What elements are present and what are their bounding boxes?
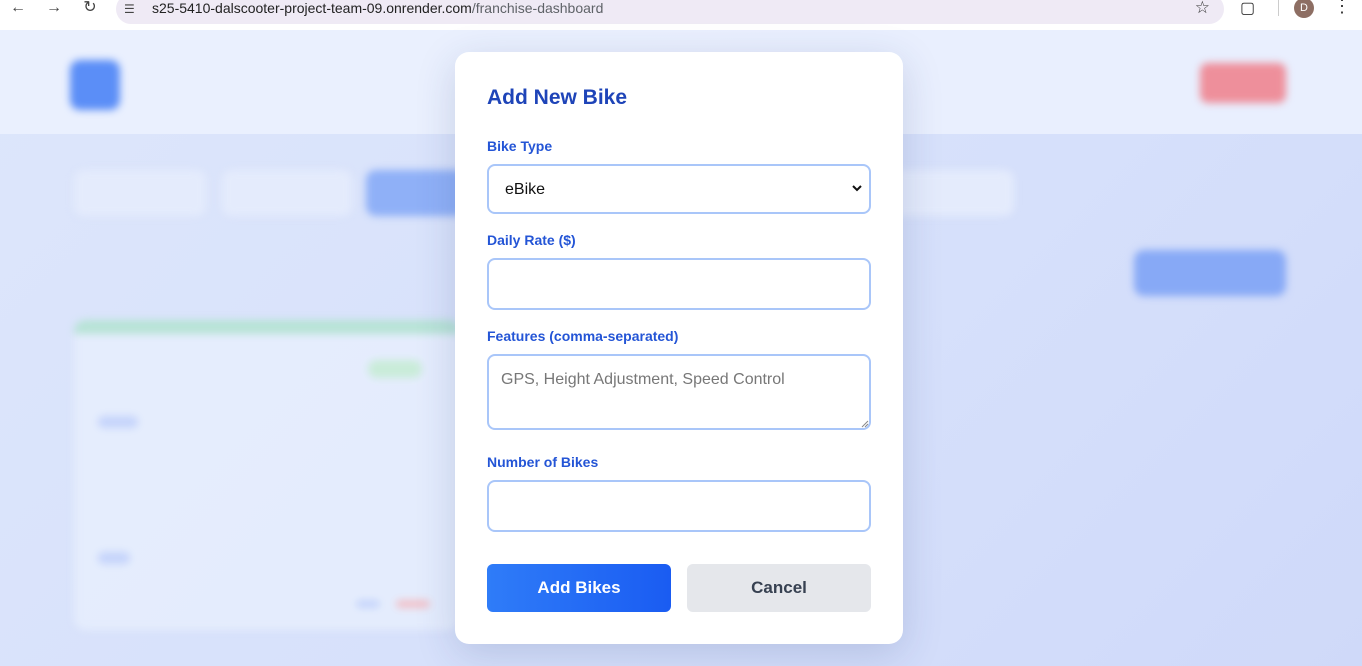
site-info-icon[interactable]: ☰ [124,2,140,16]
browser-toolbar: ← → ↻ ☰ s25-5410-dalscooter-project-team… [0,0,1362,30]
menu-icon[interactable]: ⋮ [1333,0,1351,17]
tab-active-blurred [366,170,466,216]
modal-title: Add New Bike [487,86,628,109]
add-bike-button-blurred [1134,250,1286,296]
avatar[interactable]: D [1294,0,1314,18]
daily-rate-input[interactable] [487,258,871,310]
star-icon[interactable]: ☆ [1195,0,1210,17]
number-of-bikes-label: Number of Bikes [487,454,599,470]
feature-chip [98,552,130,564]
url-path: /franchise-dashboard [471,0,604,16]
url-text[interactable]: s25-5410-dalscooter-project-team-09.onre… [152,0,603,16]
edit-action-blurred [356,600,380,608]
add-bike-modal: Add New Bike Bike Type eBike Daily Rate … [455,52,903,644]
delete-action-blurred [396,600,430,608]
features-textarea[interactable] [487,354,871,430]
tab-blurred [74,170,206,216]
forward-icon[interactable]: → [44,0,64,16]
extensions-icon[interactable]: ▢ [1240,0,1260,17]
features-label: Features (comma-separated) [487,328,679,344]
bike-type-value: eBike [505,181,546,198]
bike-type-select[interactable]: eBike [487,164,871,214]
bike-card-blurred [74,320,460,630]
back-icon[interactable]: ← [8,0,28,16]
chevron-down-icon [851,182,863,194]
logout-button-blurred [1200,63,1286,103]
type-chip [98,416,138,428]
logo-icon [70,60,120,110]
add-bikes-button[interactable]: Add Bikes [487,564,671,612]
address-bar[interactable]: ☰ s25-5410-dalscooter-project-team-09.on… [116,0,1224,24]
resize-grip-icon[interactable] [859,418,869,428]
status-badge [368,360,422,378]
number-of-bikes-input[interactable] [487,480,871,532]
cancel-button[interactable]: Cancel [687,564,871,612]
bike-type-label: Bike Type [487,138,553,154]
tab-blurred [222,170,352,216]
daily-rate-label: Daily Rate ($) [487,232,576,248]
toolbar-divider [1278,0,1279,16]
card-accent-bar [74,320,460,334]
tab-blurred [890,170,1014,216]
url-host: s25-5410-dalscooter-project-team-09.onre… [152,0,472,16]
reload-icon[interactable]: ↻ [80,0,100,16]
